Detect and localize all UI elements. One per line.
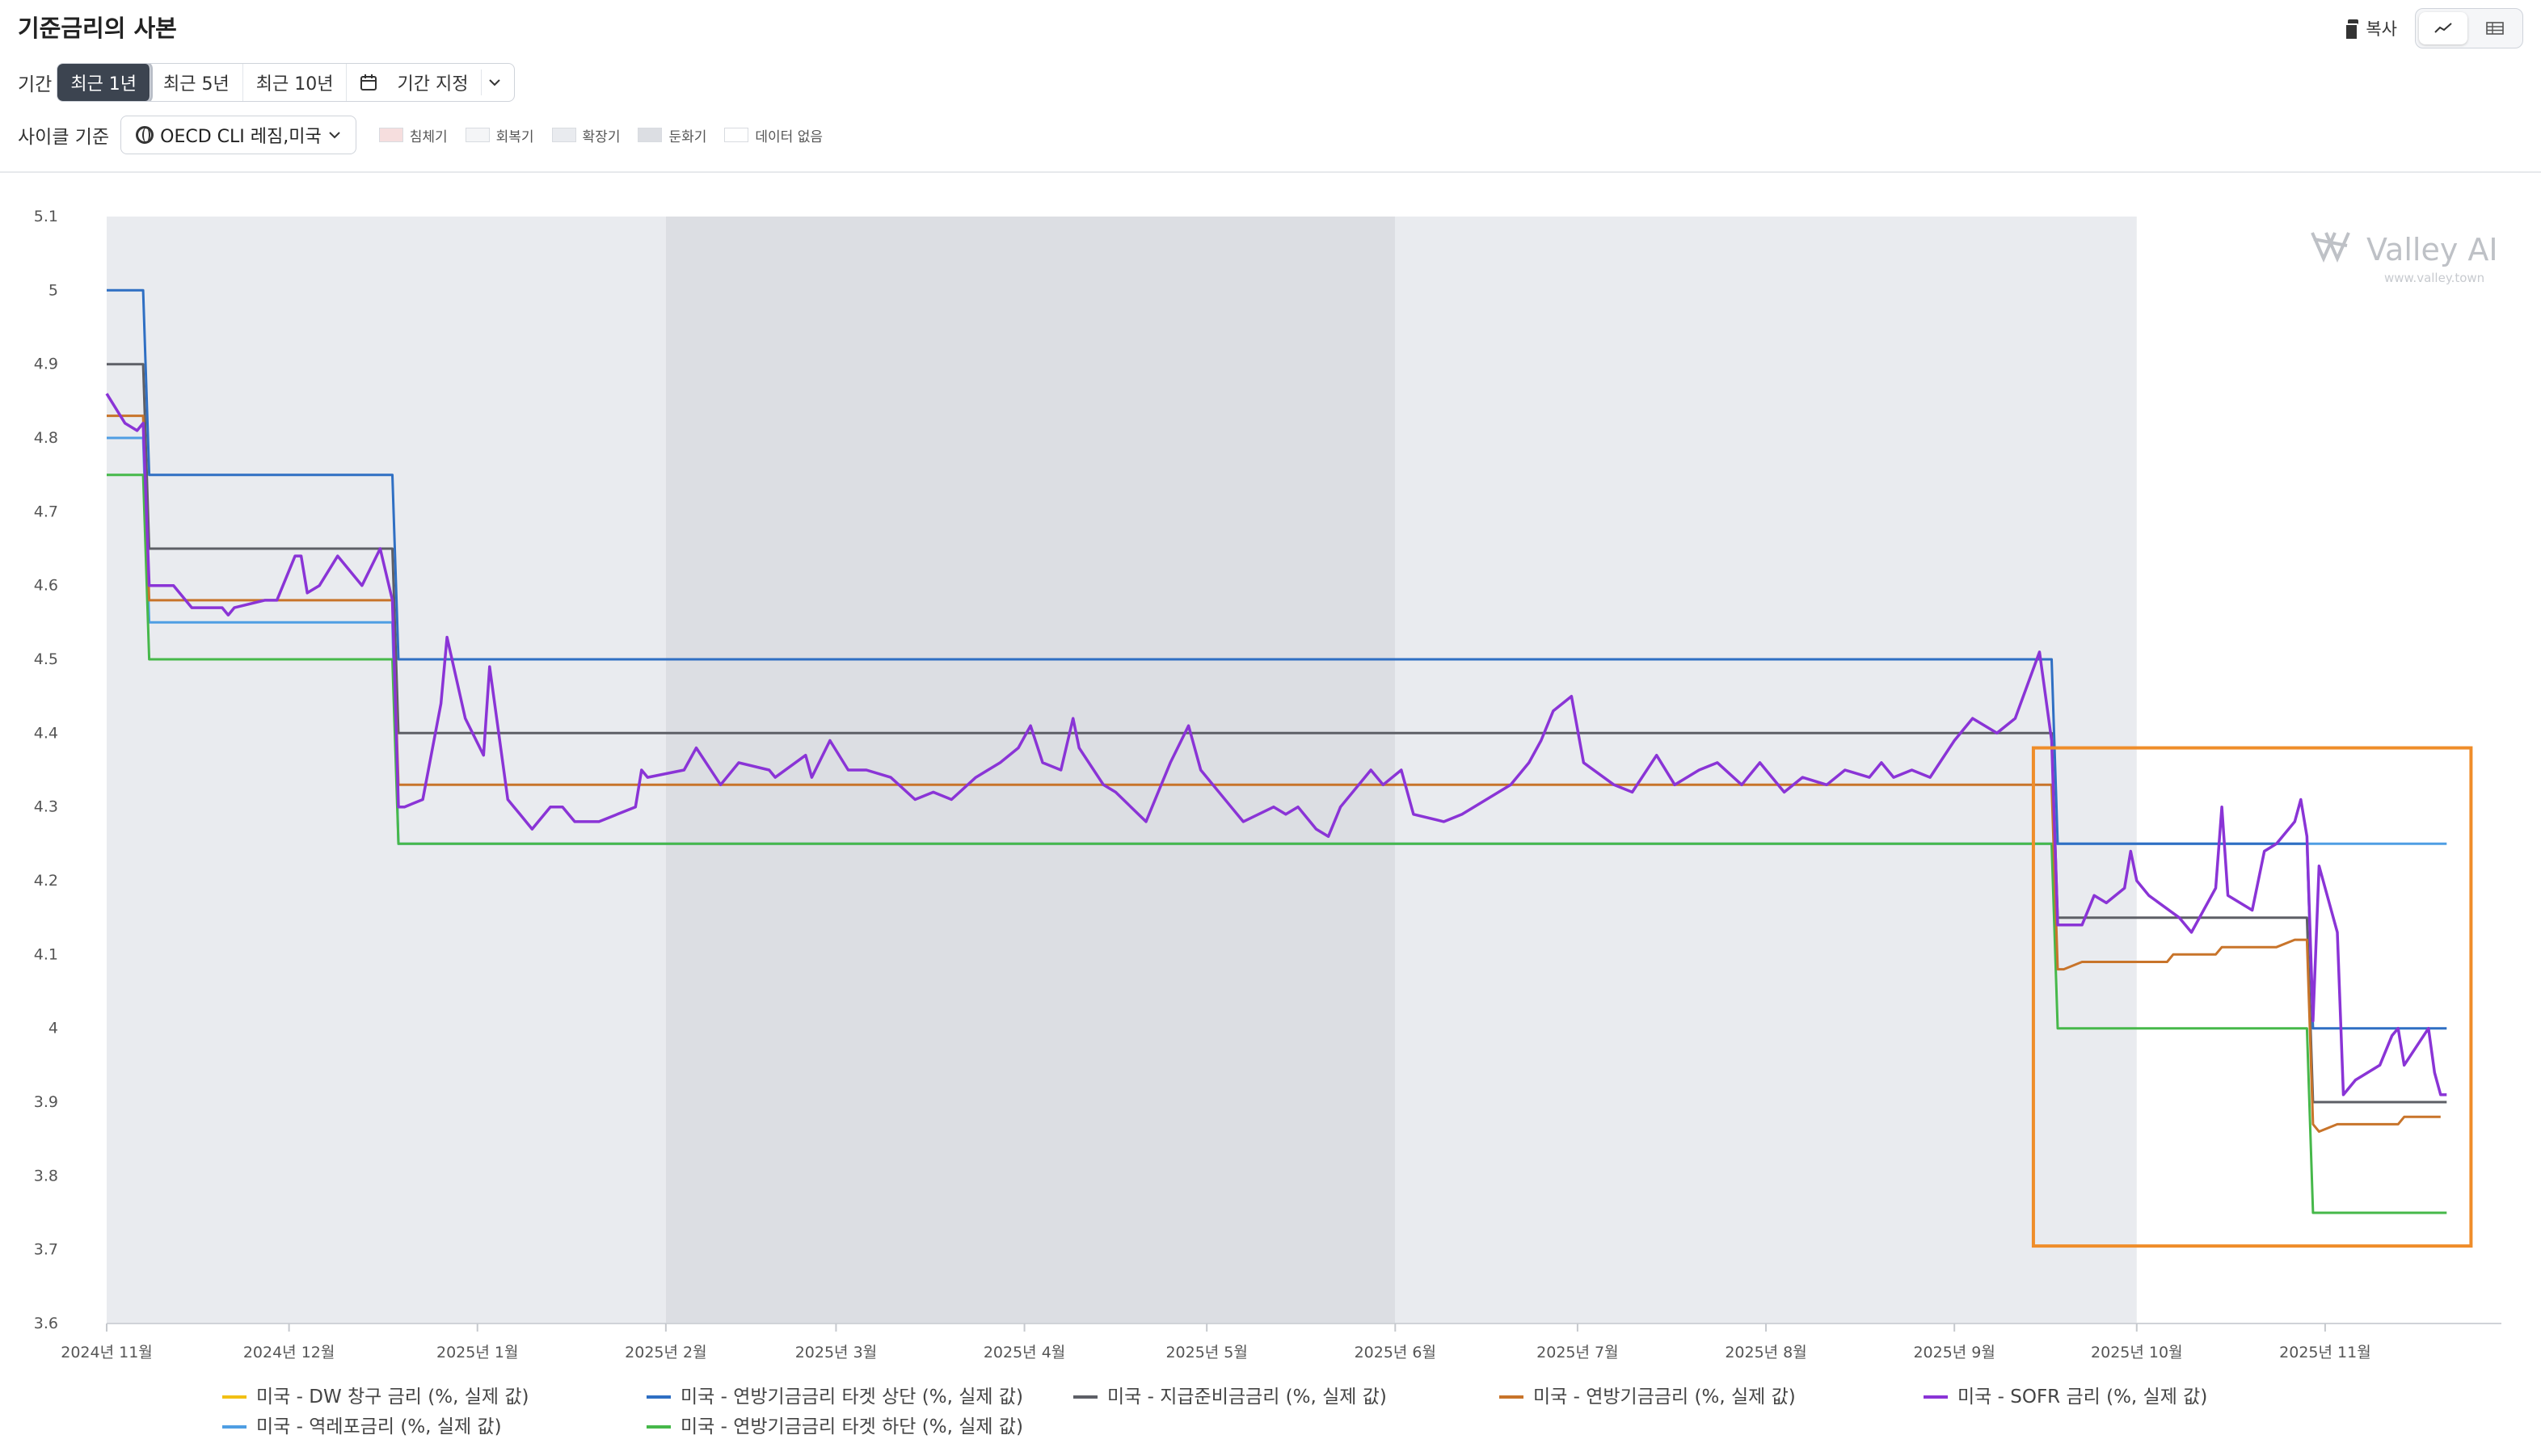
legend-label: 미국 - 지급준비금금리 (%, 실제 값) [1107,1387,1387,1408]
y-tick-label: 5.1 [34,208,58,225]
y-tick-label: 4.6 [34,577,58,595]
legend-label: 미국 - 연방기금금리 (%, 실제 값) [1533,1387,1796,1408]
watermark: Valley AI www.valley.town [2311,232,2498,285]
y-tick-label: 4 [48,1020,58,1037]
series-legend: 미국 - DW 창구 금리 (%, 실제 값) 미국 - 연방기금금리 타겟 상단… [222,1387,2207,1437]
x-tick-label: 2025년 1월 [436,1344,518,1361]
x-tick-label: 2025년 7월 [1536,1344,1618,1361]
y-tick-label: 4.7 [34,503,58,520]
y-tick-label: 4.3 [34,798,58,816]
legend-label: 미국 - SOFR 금리 (%, 실제 값) [1957,1387,2207,1408]
y-tick-label: 3.6 [34,1315,58,1332]
legend-label: 미국 - 연방기금금리 타겟 상단 (%, 실제 값) [681,1387,1023,1408]
x-tick-label: 2025년 10월 [2091,1344,2183,1361]
x-tick-label: 2025년 2월 [625,1344,706,1361]
y-tick-label: 3.8 [34,1167,58,1185]
x-tick-label: 2025년 8월 [1725,1344,1806,1361]
y-tick-label: 4.8 [34,429,58,447]
regime-band [665,217,1396,1323]
legend-label: 미국 - DW 창구 금리 (%, 실제 값) [256,1387,529,1408]
x-tick-label: 2025년 11월 [2279,1344,2371,1361]
y-tick-label: 4.1 [34,945,58,963]
regime-bands [107,217,2137,1323]
y-tick-label: 4.5 [34,650,58,668]
x-tick-label: 2024년 11월 [61,1344,153,1361]
y-tick-label: 4.2 [34,872,58,890]
x-tick-label: 2025년 6월 [1355,1344,1436,1361]
rate-chart: 5.1 5 4.9 4.8 4.7 4.6 4.5 4.4 4.3 4.2 4.1 4 3.9 3.8 3.… [34,208,2501,1437]
x-tick-label: 2024년 12월 [243,1344,335,1361]
x-tick-label: 2025년 3월 [795,1344,877,1361]
valley-logo-icon [2311,232,2350,263]
watermark-brand: Valley AI [2366,232,2498,267]
regime-band [107,217,666,1323]
y-tick-label: 4.4 [34,724,58,742]
x-tick-label: 2025년 4월 [984,1344,1065,1361]
x-tick-label: 2025년 5월 [1165,1344,1247,1361]
y-tick-label: 3.9 [34,1093,58,1111]
y-tick-label: 5 [48,281,58,299]
y-tick-label: 3.7 [34,1241,58,1259]
legend-label: 미국 - 역레포금리 (%, 실제 값) [256,1416,502,1437]
x-tick-label: 2025년 9월 [1913,1344,1995,1361]
watermark-url: www.valley.town [2384,271,2484,285]
legend-label: 미국 - 연방기금금리 타겟 하단 (%, 실제 값) [681,1416,1023,1437]
y-tick-label: 4.9 [34,356,58,373]
